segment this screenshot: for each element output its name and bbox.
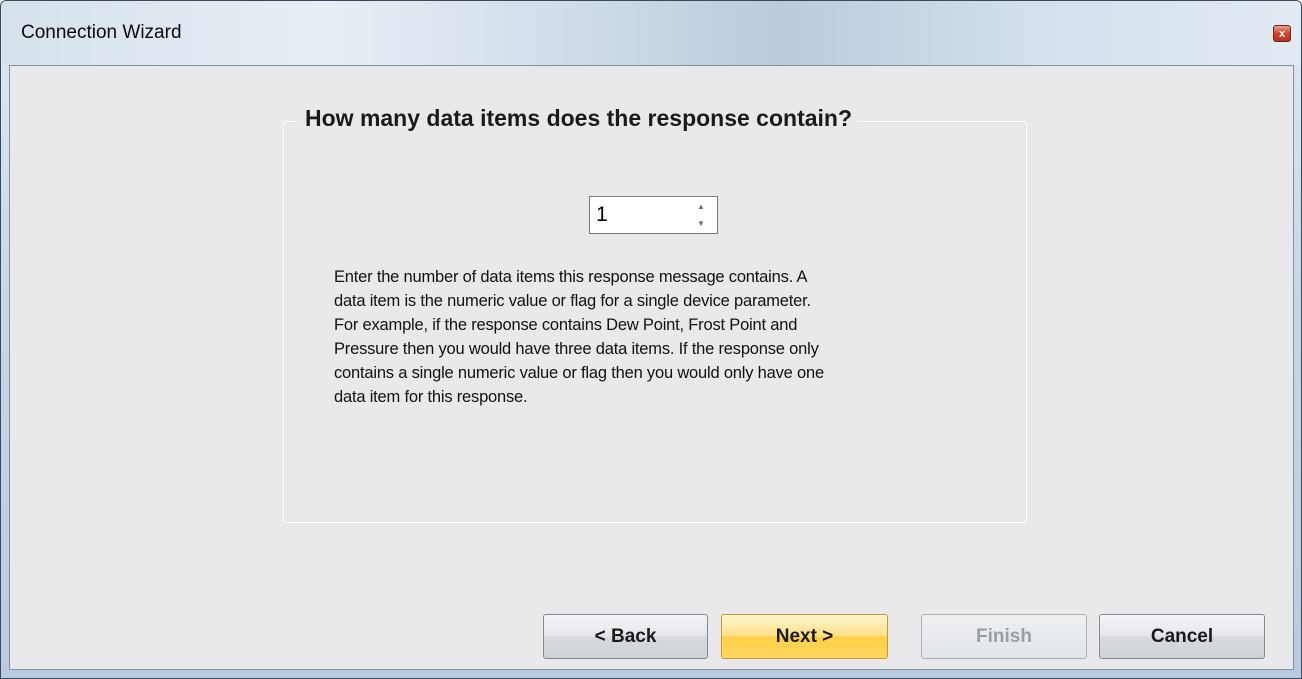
chevron-up-icon: ▲ [697,202,705,211]
title-bar[interactable]: Connection Wizard x [1,1,1301,65]
help-description: Enter the number of data items this resp… [334,268,824,406]
spin-down-button[interactable]: ▼ [686,215,716,232]
close-button[interactable]: x [1273,25,1291,42]
spin-buttons: ▲ ▼ [686,198,716,232]
data-items-stepper[interactable]: ▲ ▼ [589,196,718,234]
spin-up-button[interactable]: ▲ [686,198,716,215]
chevron-down-icon: ▼ [697,219,705,228]
close-icon: x [1278,27,1286,40]
wizard-client-area: How many data items does the response co… [9,65,1294,670]
window-title: Connection Wizard [21,22,182,43]
finish-button: Finish [921,614,1087,659]
question-title: How many data items does the response co… [299,105,859,132]
next-button[interactable]: Next > [721,614,888,659]
question-groupbox: How many data items does the response co… [283,105,1027,523]
cancel-button[interactable]: Cancel [1099,614,1265,659]
data-items-input[interactable] [592,199,686,231]
back-button[interactable]: < Back [543,614,708,659]
wizard-window: Connection Wizard x How many data items … [0,0,1302,679]
